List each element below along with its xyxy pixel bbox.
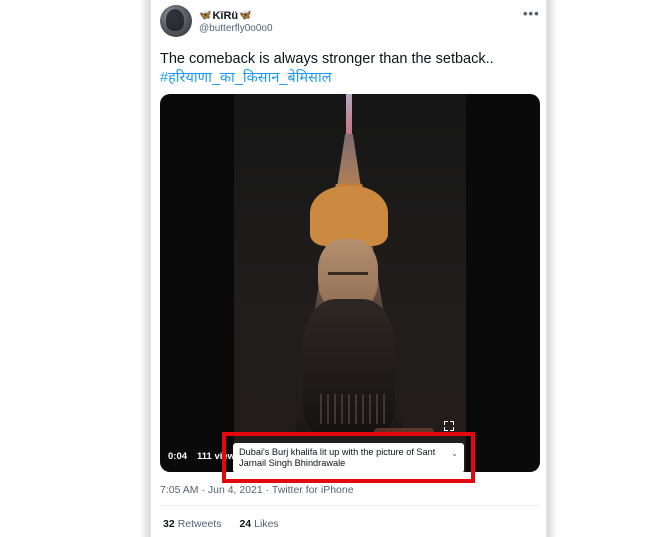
butterfly-icon: 🦋 [239, 10, 252, 21]
display-name-row[interactable]: 🦋 KīRü 🦋 [199, 9, 252, 23]
likes-stat[interactable]: 24 Likes [239, 518, 278, 530]
retweets-stat[interactable]: 32 Retweets [163, 518, 221, 530]
hashtag-link[interactable]: #हरियाणा_का_किसान_बेमिसाल [160, 69, 540, 88]
tweet-text: The comeback is always stronger than the… [160, 50, 540, 88]
likes-count: 24 [239, 518, 252, 530]
projected-eyes [328, 272, 368, 278]
divider [160, 505, 540, 506]
fullscreen-icon[interactable] [444, 421, 454, 431]
video-time: 0:04 [168, 451, 188, 462]
butterfly-icon: 🦋 [199, 10, 212, 21]
highlight-box [222, 432, 475, 483]
likes-label: Likes [254, 518, 279, 530]
video-player[interactable]: 0:04 111 views [160, 94, 540, 472]
tower-spire [346, 94, 352, 140]
more-options-icon[interactable]: ••• [523, 6, 540, 21]
tweet-body: The comeback is always stronger than the… [160, 51, 494, 67]
display-name[interactable]: KīRü [212, 10, 238, 22]
projected-turban [310, 186, 388, 246]
user-handle[interactable]: @butterfly0o0o0 [199, 23, 273, 34]
retweets-count: 32 [163, 518, 175, 530]
retweets-label: Retweets [177, 518, 222, 530]
engagement-stats: 32 Retweets 24 Likes [163, 518, 279, 530]
tower-lights [320, 394, 390, 424]
avatar[interactable] [160, 5, 192, 37]
tweet-timestamp[interactable]: 7:05 AM · Jun 4, 2021 · Twitter for iPho… [160, 484, 354, 496]
